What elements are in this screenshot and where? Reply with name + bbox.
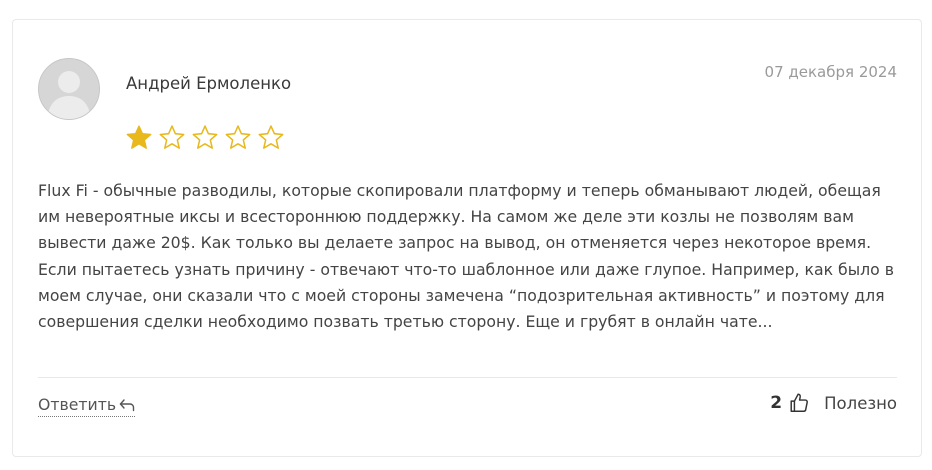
star-rating bbox=[125, 124, 285, 152]
star-outline-icon bbox=[258, 125, 284, 149]
reply-button[interactable]: Ответить bbox=[38, 395, 136, 417]
likes-count: 2 bbox=[770, 393, 783, 413]
reply-arrow-icon bbox=[119, 398, 135, 411]
helpful-label[interactable]: Полезно bbox=[824, 394, 897, 413]
reply-label: Ответить bbox=[38, 395, 117, 414]
author-name: Андрей Ермоленко bbox=[126, 74, 292, 93]
divider bbox=[38, 377, 897, 378]
star-filled-icon bbox=[126, 125, 152, 149]
thumbs-up-icon[interactable] bbox=[788, 392, 810, 414]
avatar bbox=[38, 58, 100, 120]
star-outline-icon bbox=[192, 125, 218, 149]
review-text: Flux Fi - обычные разводилы, которые ско… bbox=[38, 181, 894, 332]
star-outline-icon bbox=[225, 125, 251, 149]
review-date: 07 декабря 2024 bbox=[764, 63, 897, 81]
review-card: Андрей Ермоленко 07 декабря 2024 Flux Fi… bbox=[12, 19, 922, 457]
user-avatar-icon bbox=[47, 71, 91, 119]
helpful-block: 2 Полезно bbox=[770, 392, 897, 414]
star-outline-icon bbox=[159, 125, 185, 149]
